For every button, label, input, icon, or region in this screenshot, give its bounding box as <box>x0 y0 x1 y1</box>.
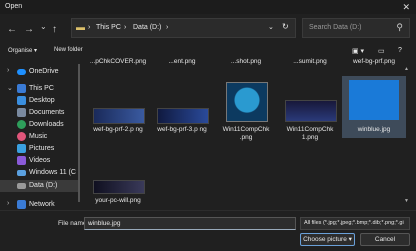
computer-icon <box>17 84 26 93</box>
file-name: Win11CompChk .png <box>222 126 270 141</box>
search-icon: ⚲ <box>396 22 403 32</box>
scroll-up-icon[interactable]: ▲ <box>404 66 409 72</box>
sidebar-item-label: Data (D:) <box>29 182 58 189</box>
image-thumbnail <box>93 180 145 194</box>
sidebar-scrollbar[interactable] <box>78 64 80 202</box>
search-input[interactable]: Search Data (D:) <box>309 24 362 31</box>
up-icon[interactable]: ↑ <box>52 24 57 35</box>
folder-icon: ▬ <box>76 22 85 32</box>
forward-icon[interactable]: → <box>24 24 34 35</box>
search-box[interactable]: Search Data (D:) ⚲ <box>302 18 410 38</box>
address-bar[interactable]: ▬ › This PC › Data (D:) › ⌄ ↻ <box>71 18 296 38</box>
command-bar: Organise ▾ New folder ▣ ▾ ▭ ? <box>0 44 416 58</box>
sidebar-item-data-d[interactable]: Data (D:) <box>0 180 78 192</box>
sidebar-item-label: This PC <box>29 85 54 92</box>
sidebar-item-this-pc[interactable]: ⌄ This PC <box>0 83 78 95</box>
image-thumbnail <box>226 82 268 122</box>
file-name: wef-bg-prf-3.p ng <box>157 126 207 133</box>
file-name: wef-bg-prf-2.p ng <box>93 126 143 133</box>
breadcrumb-data-d[interactable]: Data (D:) <box>133 24 161 31</box>
file-name: winblue.jpg <box>357 126 391 133</box>
sidebar-item-music[interactable]: Music <box>0 131 78 143</box>
documents-icon <box>17 108 26 117</box>
organise-button[interactable]: Organise ▾ <box>8 47 37 54</box>
title-bar: Open ✕ <box>0 0 416 14</box>
sidebar-item-label: Music <box>29 133 48 140</box>
breadcrumb-this-pc[interactable]: This PC <box>96 24 121 31</box>
close-icon[interactable]: ✕ <box>402 2 410 13</box>
recent-locations-icon[interactable]: ⌄ <box>40 22 47 31</box>
choose-picture-button[interactable]: Choose picture ▾ <box>300 233 355 246</box>
cloud-icon <box>17 69 26 75</box>
window-title: Open <box>5 3 23 10</box>
desktop-icon <box>17 96 26 105</box>
sidebar-item-label: Downloads <box>29 121 64 128</box>
scroll-down-icon[interactable]: ▼ <box>404 198 409 204</box>
navigation-pane: › OneDrive ⌄ This PC Desktop Documents D… <box>0 58 80 210</box>
sidebar-item-label: Documents <box>29 109 65 116</box>
video-icon <box>17 156 26 165</box>
new-folder-button[interactable]: New folder <box>54 47 83 53</box>
image-thumbnail <box>93 108 145 124</box>
file-name: your-pc-will.png <box>95 197 141 204</box>
sidebar-item-label: Pictures <box>29 145 55 152</box>
expand-icon[interactable]: › <box>7 200 9 207</box>
back-icon[interactable]: ← <box>7 24 17 35</box>
file-grid-scrollbar[interactable]: ▲ ▼ <box>404 66 409 206</box>
sidebar-item-label: Windows 11 (C <box>29 169 76 176</box>
view-options-icon[interactable]: ▣ ▾ <box>352 47 364 55</box>
collapse-icon[interactable]: ⌄ <box>7 84 13 92</box>
file-name: ...ent.png <box>168 58 196 65</box>
sidebar-item-downloads[interactable]: Downloads <box>0 119 78 131</box>
file-name-field[interactable]: winblue.jpg ⌄ <box>84 217 296 230</box>
drive-icon <box>17 170 26 176</box>
sidebar-item-label: Desktop <box>29 97 55 104</box>
preview-pane-icon[interactable]: ▭ <box>378 47 385 55</box>
sidebar-item-pictures[interactable]: Pictures <box>0 143 78 155</box>
image-thumbnail <box>285 100 337 122</box>
breadcrumb-separator: › <box>166 24 169 31</box>
sidebar-item-onedrive[interactable]: › OneDrive <box>0 66 78 78</box>
sidebar-item-desktop[interactable]: Desktop <box>0 95 78 107</box>
dialog-footer: File name: winblue.jpg ⌄ All files (*.jp… <box>0 210 416 251</box>
pictures-icon <box>17 144 26 153</box>
file-name: ...shot.png <box>230 58 262 65</box>
sidebar-item-label: OneDrive <box>29 68 59 75</box>
expand-icon[interactable]: › <box>7 67 9 74</box>
sidebar-item-documents[interactable]: Documents <box>0 107 78 119</box>
sidebar-item-label: Videos <box>29 157 51 164</box>
file-type-filter-value: All files (*.jpg;*.jpeg;*.bmp;*.dib;*.pn… <box>304 220 404 226</box>
drive-icon <box>17 183 26 189</box>
breadcrumb-separator: › <box>124 24 127 31</box>
image-thumbnail <box>349 80 399 120</box>
refresh-icon[interactable]: ↻ <box>282 22 289 31</box>
file-name: Win11CompChk 1.png <box>286 126 334 141</box>
sidebar-item-windows-11-c[interactable]: Windows 11 (C <box>0 167 78 179</box>
download-icon <box>17 120 26 129</box>
image-thumbnail <box>157 108 209 124</box>
file-name: ...pChkCOVER.png <box>89 58 147 65</box>
cancel-button[interactable]: Cancel <box>360 233 410 246</box>
network-icon <box>17 200 26 209</box>
address-dropdown-icon[interactable]: ⌄ <box>268 23 274 31</box>
music-icon <box>17 132 26 141</box>
file-type-filter[interactable]: All files (*.jpg;*.jpeg;*.bmp;*.dib;*.pn… <box>300 217 410 230</box>
sidebar-item-videos[interactable]: Videos <box>0 155 78 167</box>
chevron-down-icon[interactable]: ⌄ <box>88 219 292 227</box>
file-name: wef-bg-prf.png <box>353 58 395 65</box>
file-grid: ...pChkCOVER.png ...ent.png ...shot.png … <box>88 58 408 210</box>
file-name: ...sumit.png <box>293 58 327 65</box>
breadcrumb-separator: › <box>88 24 91 31</box>
sidebar-item-label: Network <box>29 201 55 208</box>
help-icon[interactable]: ? <box>398 47 402 54</box>
